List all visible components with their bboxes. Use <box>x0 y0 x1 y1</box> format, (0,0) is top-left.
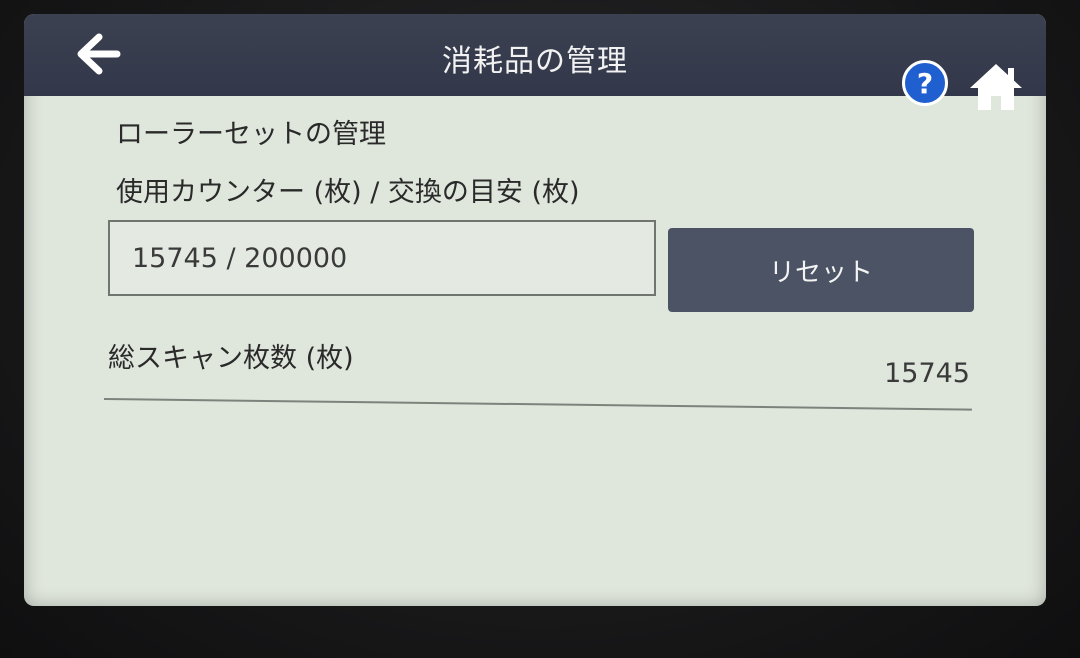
touch-screen: 消耗品の管理 ? ローラーセットの管理 使用カウンター (枚) / 交換の目安 … <box>24 14 1046 606</box>
back-arrow-icon <box>77 33 121 75</box>
home-icon <box>970 64 1022 110</box>
counter-display: 15745 / 200000 <box>108 220 656 296</box>
counter-value: 15745 / 200000 <box>132 242 348 274</box>
reset-button-label: リセット <box>768 257 873 288</box>
counter-label: 使用カウンター (枚) / 交換の目安 (枚) <box>116 177 580 208</box>
page-title: 消耗品の管理 <box>442 44 628 79</box>
divider <box>103 398 972 411</box>
header-bar: 消耗品の管理 <box>24 14 1046 96</box>
section-title: ローラーセットの管理 <box>116 119 386 150</box>
help-button[interactable]: ? <box>902 60 948 106</box>
total-scan-label: 総スキャン枚数 (枚) <box>108 343 354 374</box>
total-scan-value: 15745 <box>884 358 970 389</box>
reset-button[interactable]: リセット <box>668 228 974 312</box>
help-icon: ? <box>916 66 934 100</box>
back-button[interactable] <box>68 28 128 80</box>
home-button[interactable] <box>966 60 1026 112</box>
